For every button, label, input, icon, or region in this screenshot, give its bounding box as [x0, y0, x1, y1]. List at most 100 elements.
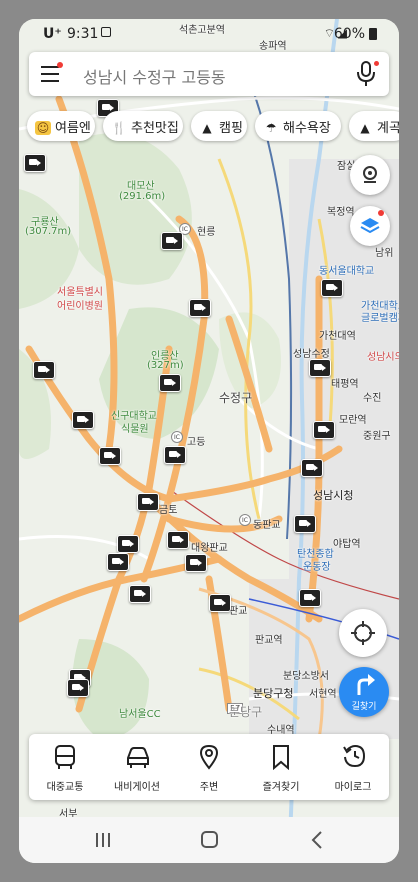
nav-nearby[interactable]: 주변: [173, 734, 245, 800]
nav-label: 내비게이션: [114, 782, 160, 793]
nav-navigation[interactable]: 내비게이션: [101, 734, 173, 800]
bottom-navigation: 대중교통 내비게이션 주변 즐겨찾기 마이로그: [29, 734, 389, 800]
history-icon: [343, 744, 366, 768]
map-label: 서울특별시: [57, 287, 103, 298]
chip-summer[interactable]: ☺ 여름엔: [27, 111, 95, 141]
map-label: (307.7m): [25, 226, 72, 237]
map-label: 금토: [159, 505, 178, 516]
map-label: 모란역: [339, 415, 367, 426]
map-label: 현릉: [197, 227, 216, 238]
home-icon: [201, 831, 218, 848]
map-label: 대모산: [127, 181, 155, 192]
system-nav-buttons: [96, 831, 322, 849]
interchange-icon: IC: [171, 431, 183, 443]
recent-apps-icon: [96, 833, 110, 847]
summer-icon: ☺: [35, 121, 51, 135]
speed-camera-icon[interactable]: [321, 279, 343, 297]
map-label: 성남수정: [293, 349, 330, 360]
speed-camera-icon[interactable]: [129, 585, 151, 603]
chip-valley[interactable]: ▲ 계곡: [349, 111, 399, 141]
map-label: 성남시의: [367, 352, 399, 363]
phone-screen: U⁺ 9:31 ⌔ ◢ 60% 성남시 수정구 고등동 ☺ 여름엔 🍴 추천맛집…: [19, 19, 399, 863]
mic-notification-dot: [374, 61, 379, 66]
speed-camera-icon[interactable]: [33, 361, 55, 379]
map-label: 글로벌캠퍼: [361, 313, 399, 324]
nav-label: 마이로그: [334, 782, 372, 793]
map-label: 남서울CC: [119, 709, 161, 720]
map-label: (327m): [147, 360, 184, 371]
map-label: 고등: [187, 437, 206, 448]
speed-camera-icon[interactable]: [159, 374, 181, 392]
speed-camera-icon[interactable]: [301, 459, 323, 477]
location-marker-button[interactable]: [350, 155, 390, 195]
speed-camera-icon[interactable]: [185, 554, 207, 572]
speed-camera-icon[interactable]: [189, 299, 211, 317]
beach-icon: ☂: [265, 121, 277, 135]
restaurant-icon: 🍴: [111, 121, 127, 135]
crosshair-icon: [351, 621, 375, 645]
speed-camera-icon[interactable]: [117, 535, 139, 553]
speed-camera-icon[interactable]: [161, 232, 183, 250]
map-label: 동서울대학교: [319, 266, 375, 277]
camping-icon: ▲: [202, 121, 212, 135]
carrier-label: U⁺: [43, 26, 62, 42]
nav-my-log[interactable]: 마이로그: [317, 734, 389, 800]
speed-camera-icon[interactable]: [67, 679, 89, 697]
speed-camera-icon[interactable]: [137, 493, 159, 511]
location-pin-icon: [199, 744, 219, 770]
turn-right-arrow-icon: [357, 674, 375, 695]
battery-level: 60%: [333, 26, 365, 42]
map-label: 분당구청: [253, 687, 294, 700]
speed-camera-icon[interactable]: [309, 359, 331, 377]
system-navigation-bar: [19, 817, 399, 863]
chip-restaurants[interactable]: 🍴 추천맛집: [103, 111, 183, 141]
directions-label: 길찾기: [351, 702, 377, 712]
pin-circle-icon: [363, 166, 377, 183]
map-label: 대왕판교: [191, 543, 228, 554]
menu-icon[interactable]: [41, 66, 59, 82]
nav-public-transit[interactable]: 대중교통: [29, 734, 101, 800]
current-location-button[interactable]: [339, 609, 387, 657]
nav-label: 즐겨찾기: [262, 782, 300, 793]
search-input[interactable]: 성남시 수정구 고등동: [83, 64, 226, 88]
map-label: 야탑역: [333, 539, 361, 550]
map-label: 식물원: [121, 424, 149, 435]
directions-button[interactable]: 길찾기: [339, 667, 389, 717]
map-label: 판교: [229, 606, 248, 617]
map-layers-button[interactable]: [350, 206, 390, 246]
speed-camera-icon[interactable]: [167, 531, 189, 549]
car-icon: [127, 747, 149, 768]
chip-camping[interactable]: ▲ 캠핑: [191, 111, 247, 141]
notification-dot: [57, 62, 63, 68]
map-label: (291.6m): [119, 191, 166, 202]
speed-camera-icon[interactable]: [164, 446, 186, 464]
nav-favorites[interactable]: 즐겨찾기: [245, 734, 317, 800]
chip-beach[interactable]: ☂ 해수욕장: [255, 111, 341, 141]
speed-camera-icon[interactable]: [313, 421, 335, 439]
map-label: 수정구: [219, 391, 253, 405]
map-label: 운동장: [303, 562, 331, 573]
map-label: 수진: [363, 393, 382, 404]
map-label: 태평역: [331, 379, 359, 390]
speed-camera-icon[interactable]: [99, 447, 121, 465]
map-label: 남위: [375, 248, 394, 259]
layers-icon: [360, 218, 380, 234]
layers-notification-dot: [378, 210, 384, 216]
map-label: 동판교: [253, 520, 281, 531]
search-bar[interactable]: 성남시 수정구 고등동: [29, 52, 389, 96]
speed-camera-icon[interactable]: [72, 411, 94, 429]
nav-label: 주변: [199, 782, 219, 793]
map-label: 분당소방서: [283, 671, 329, 682]
clock: 9:31: [67, 26, 99, 42]
speed-camera-icon[interactable]: [299, 589, 321, 607]
category-chips: ☺ 여름엔 🍴 추천맛집 ▲ 캠핑 ☂ 해수욕장 ▲ 계곡: [27, 111, 399, 141]
bookmark-icon: [273, 745, 289, 770]
speed-camera-icon[interactable]: [107, 553, 129, 571]
nav-label: 대중교통: [46, 782, 84, 793]
map-label: 서현역: [309, 689, 337, 700]
speed-camera-icon[interactable]: [24, 154, 46, 172]
bus-icon: [55, 745, 75, 769]
map-label: 성남시청: [313, 489, 354, 502]
speed-camera-icon[interactable]: [294, 515, 316, 533]
speed-camera-icon[interactable]: [209, 594, 231, 612]
